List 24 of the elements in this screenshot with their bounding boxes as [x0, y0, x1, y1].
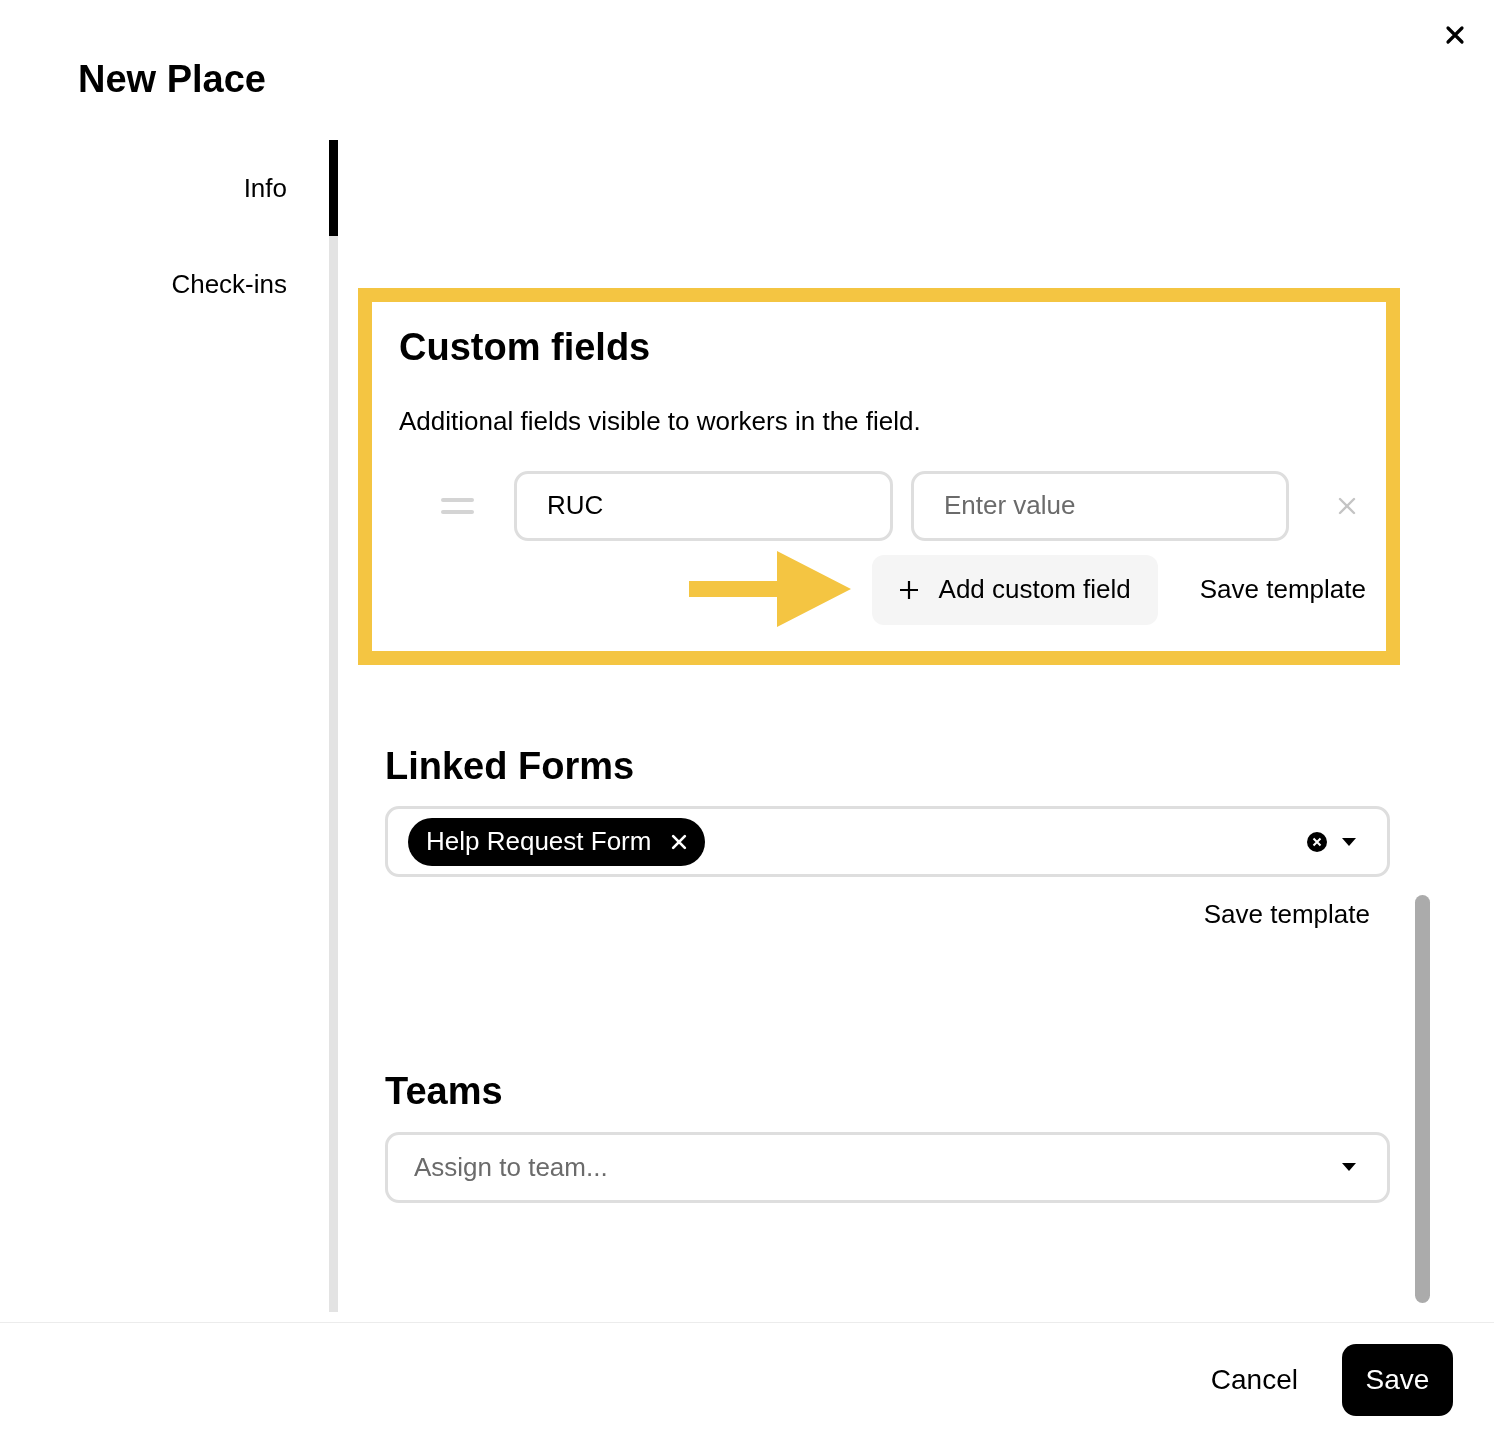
form-chip: Help Request Form — [408, 817, 706, 866]
section-heading: Custom fields — [399, 325, 652, 370]
cancel-button[interactable]: Cancel — [1210, 1358, 1298, 1401]
team-select-placeholder: Assign to team... — [414, 1150, 609, 1184]
plus-icon — [898, 579, 919, 600]
section-heading: Teams — [385, 1069, 504, 1114]
linked-forms-select[interactable]: Help Request Form — [385, 806, 1390, 877]
field-name-input[interactable]: RUC — [514, 470, 893, 541]
caret-icon[interactable] — [1341, 1162, 1357, 1172]
section-description: Additional fields visible to workers in the field. — [399, 404, 922, 438]
drag-handle-icon[interactable] — [441, 496, 474, 515]
save-template-button[interactable]: Save template — [1199, 554, 1366, 625]
dialog-title: New Place — [78, 57, 266, 102]
field-value-input[interactable]: Enter value — [911, 470, 1289, 541]
save-template-button[interactable]: Save template — [1203, 895, 1370, 934]
save-button[interactable]: Save — [1342, 1343, 1453, 1416]
nav-tab[interactable]: Check-ins — [0, 236, 338, 332]
caret-icon[interactable] — [1341, 836, 1357, 847]
clear-icon[interactable] — [1307, 831, 1327, 852]
nav-tab[interactable]: Info — [0, 140, 338, 236]
section-heading: Linked Forms — [385, 743, 636, 789]
team-select[interactable]: Assign to team... — [385, 1131, 1390, 1203]
add-custom-field-button[interactable]: Add custom field — [871, 554, 1158, 625]
scrollbar-thumb[interactable] — [1415, 895, 1430, 1303]
